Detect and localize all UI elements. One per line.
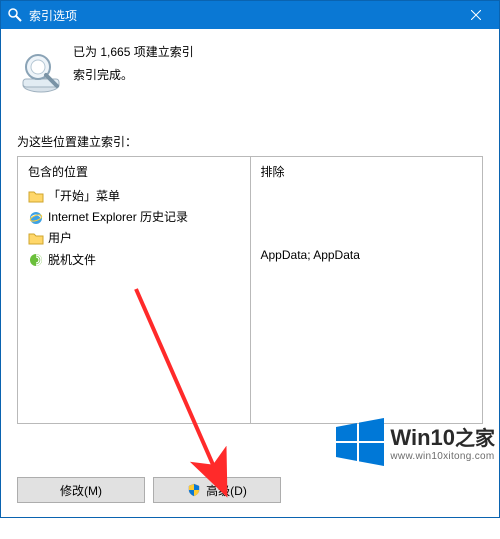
client-area: 已为 1,665 项建立索引 索引完成。 为这些位置建立索引： 包含的位置 「开…: [1, 29, 499, 517]
item-label: Internet Explorer 历史记录: [48, 208, 188, 227]
index-count-text: 已为 1,665 项建立索引: [73, 41, 194, 64]
indexing-icon: [7, 7, 23, 23]
item-label: 用户: [48, 229, 72, 248]
watermark-brand: Win10之家: [390, 422, 495, 451]
close-button[interactable]: [453, 1, 499, 29]
button-row: 修改(M) 高级(D): [17, 477, 281, 503]
offline-files-icon: [28, 252, 44, 268]
list-item[interactable]: Internet Explorer 历史记录: [28, 207, 240, 228]
list-item[interactable]: 脱机文件: [28, 250, 240, 271]
item-label: 脱机文件: [48, 251, 96, 270]
ie-icon: [28, 210, 44, 226]
magnifier-drive-icon: [19, 49, 67, 97]
status-area: 已为 1,665 项建立索引 索引完成。: [17, 37, 483, 97]
folder-icon: [28, 189, 44, 205]
index-complete-text: 索引完成。: [73, 64, 194, 87]
excluded-column: 排除 AppData; AppData: [251, 157, 483, 423]
uac-shield-icon: [187, 483, 201, 497]
indexing-options-window: 索引选项 已为 1,665 项建立索引 索引完成。: [0, 0, 500, 518]
list-item[interactable]: 「开始」菜单: [28, 186, 240, 207]
watermark-url: www.win10xitong.com: [390, 451, 495, 462]
locations-label: 为这些位置建立索引：: [17, 133, 483, 150]
locations-panel: 包含的位置 「开始」菜单 Internet Explorer 历史记录: [17, 156, 483, 424]
modify-button[interactable]: 修改(M): [17, 477, 145, 503]
included-header: 包含的位置: [28, 163, 240, 186]
button-label: 修改(M): [60, 482, 102, 499]
titlebar[interactable]: 索引选项: [1, 1, 499, 29]
excluded-value: AppData; AppData: [261, 248, 473, 262]
window-title: 索引选项: [29, 7, 453, 24]
included-column: 包含的位置 「开始」菜单 Internet Explorer 历史记录: [18, 157, 251, 423]
excluded-header: 排除: [261, 163, 473, 186]
advanced-button[interactable]: 高级(D): [153, 477, 281, 503]
list-item[interactable]: 用户: [28, 228, 240, 249]
folder-icon: [28, 231, 44, 247]
item-label: 「开始」菜单: [48, 187, 120, 206]
button-label: 高级(D): [206, 482, 247, 499]
